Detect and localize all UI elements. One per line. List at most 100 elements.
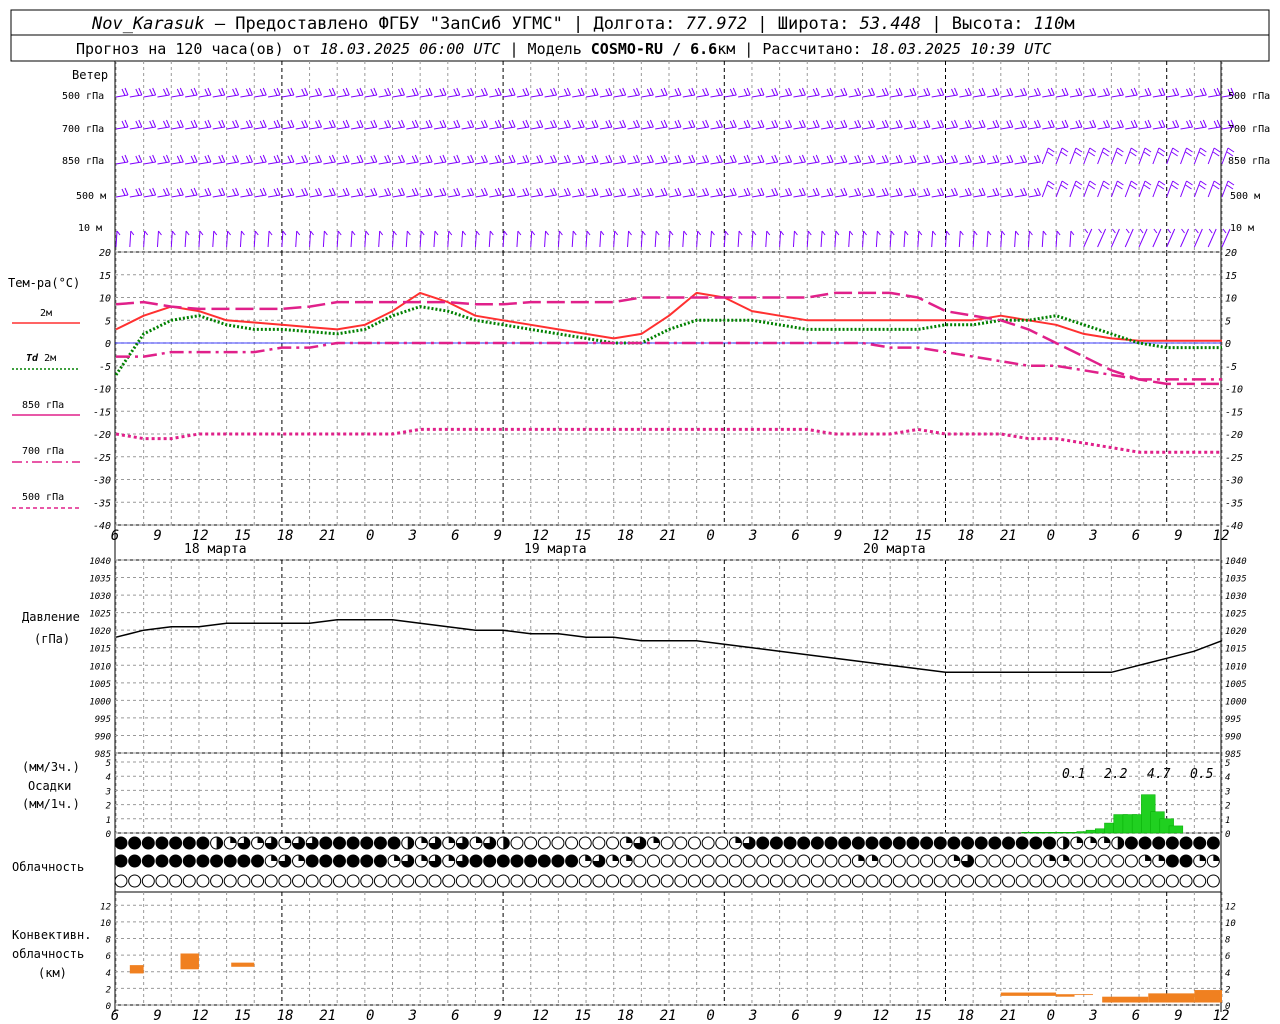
barb-staff bbox=[267, 194, 281, 198]
legend-t2m-label: 2м bbox=[40, 308, 52, 319]
wind-barb bbox=[516, 87, 530, 98]
label-wind-850hpa-right: 850 гПа bbox=[1228, 156, 1270, 167]
pressure-tick-label-right: 1035 bbox=[1225, 575, 1247, 585]
cloud-circle bbox=[1029, 874, 1043, 888]
wind-barb bbox=[751, 154, 765, 165]
barb-staff bbox=[309, 94, 322, 98]
barb-staff bbox=[585, 161, 599, 165]
wind-barb bbox=[973, 87, 986, 98]
barb-flag bbox=[563, 88, 568, 96]
wind-barb bbox=[433, 119, 447, 130]
barb-flag bbox=[539, 119, 544, 128]
barb-staff bbox=[433, 161, 447, 165]
barb-flag bbox=[1036, 119, 1041, 128]
barb-flag bbox=[1216, 87, 1221, 96]
barb-staff bbox=[530, 126, 543, 130]
barb-flag bbox=[124, 87, 129, 96]
barb-flag bbox=[1139, 228, 1144, 234]
wind-barb bbox=[903, 87, 917, 98]
barb-flag bbox=[497, 87, 502, 96]
cloud-circle bbox=[1152, 836, 1166, 850]
barb-flag bbox=[716, 120, 720, 128]
date-label-2: 19 марта bbox=[524, 542, 587, 557]
barb-flag bbox=[494, 120, 499, 128]
label-precip-top: (мм/3ч.) bbox=[22, 760, 80, 774]
barb-staff bbox=[1000, 194, 1013, 198]
wind-barb bbox=[973, 154, 986, 165]
cloud-circle bbox=[442, 874, 456, 888]
cloud-symbol bbox=[660, 854, 674, 868]
barb-flag bbox=[489, 230, 494, 236]
pressure-tick-label: 1020 bbox=[89, 627, 111, 637]
barb-staff bbox=[668, 230, 671, 248]
cloud-symbol bbox=[824, 874, 838, 888]
cloud-circle bbox=[305, 874, 319, 888]
barb-staff bbox=[185, 194, 198, 198]
barb-staff bbox=[1069, 126, 1083, 130]
barb-staff bbox=[129, 94, 142, 98]
wind-barb bbox=[461, 154, 475, 165]
barb-flag bbox=[262, 87, 267, 96]
barb-flag bbox=[688, 188, 693, 196]
barb-flag bbox=[384, 88, 389, 96]
cloud-symbol bbox=[988, 836, 1002, 850]
barb-staff bbox=[1166, 180, 1174, 198]
wind-barb bbox=[337, 187, 350, 198]
barb-flag bbox=[881, 155, 886, 163]
barb-flag bbox=[1036, 187, 1041, 196]
barb-staff bbox=[502, 230, 505, 248]
cloud-circle bbox=[647, 854, 661, 868]
pressure-tick-label: 1025 bbox=[89, 610, 111, 620]
barb-flag bbox=[940, 154, 945, 163]
pressure-tick-label-right: 1005 bbox=[1225, 680, 1247, 690]
barb-staff bbox=[254, 94, 267, 98]
cloud-symbol bbox=[565, 836, 579, 850]
barb-flag bbox=[1046, 184, 1054, 190]
wind-barb bbox=[254, 187, 267, 198]
wind-barb bbox=[1180, 119, 1193, 130]
barb-flag bbox=[840, 88, 845, 96]
barb-flag bbox=[964, 155, 969, 163]
wind-barb bbox=[212, 187, 226, 198]
barb-flag bbox=[130, 230, 135, 236]
cloud-circle bbox=[715, 874, 729, 888]
cloud-circle bbox=[920, 836, 934, 850]
cloud-symbol bbox=[537, 874, 551, 888]
cloud-circle bbox=[783, 836, 797, 850]
barb-flag bbox=[655, 230, 660, 236]
barb-staff bbox=[696, 161, 709, 165]
barb-staff bbox=[945, 161, 958, 165]
cloud-circle bbox=[879, 874, 893, 888]
wind-barb bbox=[1097, 180, 1110, 198]
barb-flag bbox=[801, 187, 806, 196]
barb-staff bbox=[986, 126, 1000, 130]
cloud-symbol bbox=[128, 874, 142, 888]
barb-staff bbox=[558, 126, 571, 130]
barb-staff bbox=[406, 194, 419, 198]
cloud-symbol bbox=[155, 874, 169, 888]
meteogram: Nov_Karasuk – Предоставлено ФГБУ "ЗапСиб… bbox=[8, 9, 1270, 1024]
barb-staff bbox=[530, 94, 543, 98]
barb-staff bbox=[1166, 94, 1179, 98]
cloud-symbol bbox=[360, 874, 374, 888]
barb-flag bbox=[577, 120, 582, 128]
wind-barb bbox=[848, 230, 854, 248]
barb-staff bbox=[627, 161, 640, 165]
cloud-symbol bbox=[1070, 874, 1084, 888]
label-temperature: Тем-ра(°C) bbox=[8, 276, 80, 290]
barb-flag bbox=[895, 120, 900, 128]
barb-flag bbox=[591, 88, 596, 96]
cloud-circle bbox=[387, 836, 401, 850]
cloud-quarter bbox=[448, 837, 455, 843]
wind-barb bbox=[488, 230, 494, 248]
cloud-quarter bbox=[1076, 837, 1083, 843]
cloud-symbol bbox=[715, 836, 729, 850]
barb-staff bbox=[461, 94, 474, 98]
cloud-quarter bbox=[1063, 855, 1070, 861]
barb-flag bbox=[1092, 87, 1097, 96]
barb-flag bbox=[550, 88, 555, 96]
barb-staff bbox=[1000, 230, 1003, 248]
cloud-symbol bbox=[496, 874, 510, 888]
barb-flag bbox=[1199, 184, 1206, 190]
barb-staff bbox=[350, 94, 364, 98]
